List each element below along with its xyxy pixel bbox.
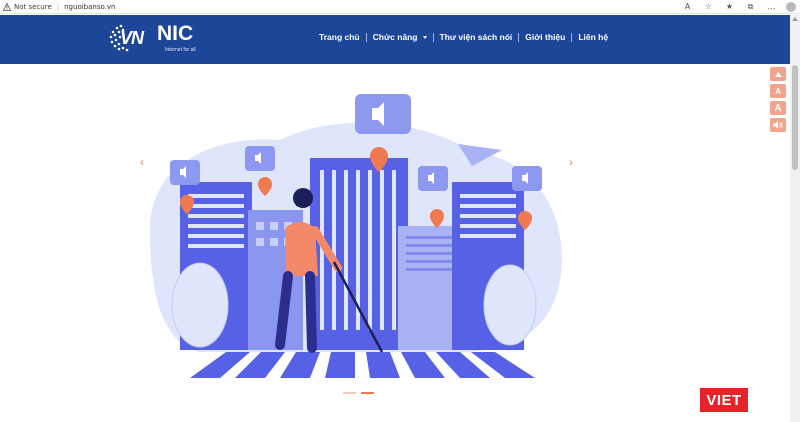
hero-carousel xyxy=(140,80,580,380)
logo-vn-text: VN xyxy=(120,28,144,48)
nav-item-home[interactable]: Trang chủ xyxy=(313,32,366,42)
warning-icon[interactable] xyxy=(3,2,11,11)
hero-illustration xyxy=(150,94,562,378)
address-bar[interactable]: nguoibanso.vn xyxy=(64,3,115,11)
scroll-thumb[interactable] xyxy=(792,65,798,170)
carousel-indicators xyxy=(343,392,374,394)
url-separator: | xyxy=(56,2,60,11)
main-nav: Trang chủ Chức năng Thư viện sách nói Gi… xyxy=(313,32,614,42)
nav-item-features[interactable]: Chức năng xyxy=(367,32,433,42)
page-scrollbar[interactable] xyxy=(790,15,800,422)
accessibility-toolbar: A A xyxy=(770,67,786,132)
scroll-top-button[interactable] xyxy=(770,67,786,81)
viet-watermark-badge: VIET xyxy=(700,388,748,412)
favorites-icon[interactable]: ★ xyxy=(725,2,734,11)
favorite-star-icon[interactable]: ☆ xyxy=(704,2,713,11)
logo-tagline: Internet for all xyxy=(165,47,196,53)
speaker-icon xyxy=(773,121,783,129)
chevron-down-icon xyxy=(422,35,427,39)
text-size-large-button[interactable]: A xyxy=(770,101,786,115)
vnnic-logo[interactable]: VN NIC Internet for all xyxy=(107,22,196,53)
read-aloud-button[interactable] xyxy=(770,118,786,132)
read-aloud-icon[interactable]: A xyxy=(683,2,692,11)
profile-avatar[interactable] xyxy=(786,2,796,12)
site-header: VN NIC Internet for all Trang chủ Chức n… xyxy=(0,15,790,64)
logo-nic-text: NIC xyxy=(157,22,194,45)
nav-item-contact[interactable]: Liên hệ xyxy=(572,32,614,42)
security-label[interactable]: Not secure xyxy=(14,3,52,11)
text-size-normal-button[interactable]: A xyxy=(770,84,786,98)
browser-chrome: Not secure | nguoibanso.vn A ☆ ★ ⧉ … xyxy=(0,0,800,14)
more-menu-icon[interactable]: … xyxy=(767,2,776,11)
scroll-up-icon[interactable] xyxy=(792,17,798,21)
carousel-dot[interactable] xyxy=(343,392,356,394)
collections-icon[interactable]: ⧉ xyxy=(746,2,755,11)
globe-icon: VN xyxy=(107,22,144,52)
carousel-dot-active[interactable] xyxy=(361,392,374,394)
nav-item-about[interactable]: Giới thiệu xyxy=(519,32,571,42)
nav-item-audiobook-library[interactable]: Thư viện sách nói xyxy=(434,32,519,42)
chevron-up-icon xyxy=(774,71,782,77)
browser-toolbar: A ☆ ★ ⧉ … xyxy=(683,2,776,12)
